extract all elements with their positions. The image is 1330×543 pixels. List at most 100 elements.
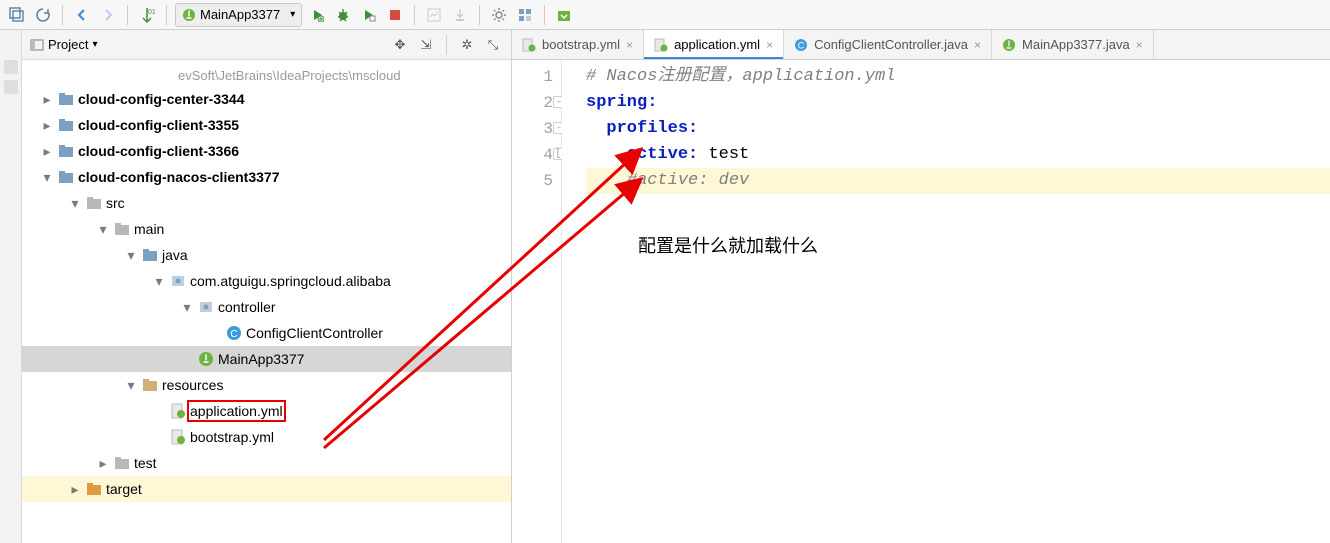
chevron-down-icon: ▾ (290, 9, 295, 20)
project-structure-icon[interactable] (514, 4, 536, 26)
class-file-icon: C (794, 38, 808, 52)
editor-tab[interactable]: MainApp3377.java × (992, 30, 1154, 59)
line-number: 5 (512, 168, 561, 194)
editor-tab[interactable]: bootstrap.yml × (512, 30, 644, 59)
line-number-gutter: 1 2– 3– 4⎣ 5 (512, 60, 562, 543)
tree-module[interactable]: ▾ cloud-config-nacos-client3377 (22, 164, 511, 190)
build-icon[interactable]: 01 (136, 4, 158, 26)
editor-tab[interactable]: application.yml × (644, 30, 784, 59)
annotation-text: 配置是什么就加载什么 (638, 232, 818, 258)
spring-boot-icon (182, 8, 196, 22)
hide-panel-icon[interactable]: ⤡ (483, 35, 503, 55)
tree-module[interactable]: ▸ cloud-config-client-3366 (22, 138, 511, 164)
tree-node-label: cloud-config-client-3366 (78, 143, 239, 159)
toolbar-separator (446, 35, 447, 55)
tree-folder[interactable]: ▾ src (22, 190, 511, 216)
code-line: profiles: (586, 116, 1330, 142)
spring-config-file-icon (522, 38, 536, 52)
stop-icon[interactable] (384, 4, 406, 26)
tool-window-stub-icon[interactable] (4, 80, 18, 94)
profiler-icon[interactable] (423, 4, 445, 26)
tree-file-bootstrap-yml[interactable]: bootstrap.yml (22, 424, 511, 450)
tree-module[interactable]: ▸ cloud-config-center-3344 (22, 86, 511, 112)
reload-icon[interactable] (32, 4, 54, 26)
chevron-down-icon: ▾ (96, 221, 110, 238)
tree-folder[interactable]: ▾ main (22, 216, 511, 242)
editor-area: bootstrap.yml × application.yml × C Conf… (512, 30, 1330, 543)
run-coverage-icon[interactable] (358, 4, 380, 26)
tree-module[interactable]: ▸ cloud-config-client-3355 (22, 112, 511, 138)
close-tab-icon[interactable]: × (766, 38, 773, 52)
project-header: Project ▾ ✥ ⇲ ✲ ⤡ (22, 30, 511, 60)
editor-tab-label: MainApp3377.java (1022, 37, 1130, 52)
tree-node-label: application.yml (190, 403, 283, 419)
gear-icon[interactable]: ✲ (457, 35, 477, 55)
project-view-icon (30, 38, 44, 52)
tree-node-label: target (106, 481, 142, 497)
close-tab-icon[interactable]: × (1136, 38, 1143, 52)
code-line: spring: (586, 90, 1330, 116)
save-all-icon[interactable] (6, 4, 28, 26)
editor-tab-label: ConfigClientController.java (814, 37, 968, 52)
debug-icon[interactable] (332, 4, 354, 26)
maven-reimport-icon[interactable] (553, 4, 575, 26)
close-tab-icon[interactable]: × (626, 38, 633, 52)
close-tab-icon[interactable]: × (974, 38, 981, 52)
tree-node-label: src (106, 195, 125, 211)
tree-node-label: resources (162, 377, 223, 393)
main-toolbar: 01 MainApp3377 ▾ (0, 0, 1330, 30)
settings-icon[interactable] (488, 4, 510, 26)
project-header-title: Project (48, 37, 88, 52)
toolbar-separator (127, 5, 128, 25)
chevron-down-icon: ▾ (124, 247, 138, 264)
run-icon[interactable] (306, 4, 328, 26)
tool-window-stub-icon[interactable] (4, 60, 18, 74)
tree-folder-resources[interactable]: ▾ resources (22, 372, 511, 398)
tree-folder-target[interactable]: ▸ target (22, 476, 511, 502)
project-tool-window: Project ▾ ✥ ⇲ ✲ ⤡ evSoft\JetBrains\IdeaP… (22, 30, 512, 543)
chevron-right-icon: ▸ (68, 481, 82, 498)
chevron-down-icon: ▾ (40, 169, 54, 186)
tree-file-application-yml[interactable]: application.yml (22, 398, 511, 424)
spring-boot-class-icon (1002, 38, 1016, 52)
tree-node-label: java (162, 247, 188, 263)
chevron-down-icon: ▾ (180, 299, 194, 316)
tree-class[interactable]: C ConfigClientController (22, 320, 511, 346)
tree-node-label: MainApp3377 (218, 351, 304, 367)
run-config-dropdown[interactable]: MainApp3377 ▾ (175, 3, 302, 27)
run-config-label: MainApp3377 (200, 7, 280, 22)
project-view-selector[interactable]: Project ▾ (30, 37, 98, 52)
chevron-right-icon: ▸ (40, 117, 54, 134)
expand-all-icon[interactable]: ⇲ (416, 35, 436, 55)
chevron-down-icon: ▾ (152, 273, 166, 290)
chevron-down-icon: ▾ (68, 195, 82, 212)
toolbar-separator (414, 5, 415, 25)
svg-text:01: 01 (148, 9, 155, 16)
nav-back-icon[interactable] (71, 4, 93, 26)
tree-class[interactable]: MainApp3377 (22, 346, 511, 372)
folder-icon (86, 195, 102, 211)
source-folder-icon (142, 247, 158, 263)
spring-boot-class-icon (198, 351, 214, 367)
code-comment: #active: dev (627, 171, 749, 190)
code-area[interactable]: # Nacos注册配置，application.yml spring: prof… (562, 60, 1330, 543)
tree-node-label: ConfigClientController (246, 325, 383, 341)
nav-forward-icon[interactable] (97, 4, 119, 26)
project-tree[interactable]: evSoft\JetBrains\IdeaProjects\mscloud ▸ … (22, 60, 511, 543)
code-line: active: test (586, 142, 1330, 168)
tree-package[interactable]: ▾ controller (22, 294, 511, 320)
tree-root-path: evSoft\JetBrains\IdeaProjects\mscloud (22, 64, 511, 86)
tree-folder[interactable]: ▸ test (22, 450, 511, 476)
toolbar-separator (479, 5, 480, 25)
attach-icon[interactable] (449, 4, 471, 26)
target-folder-icon (86, 481, 102, 497)
tree-folder-source[interactable]: ▾ java (22, 242, 511, 268)
tree-package[interactable]: ▾ com.atguigu.springcloud.alibaba (22, 268, 511, 294)
editor-tabs: bootstrap.yml × application.yml × C Conf… (512, 30, 1330, 60)
tree-node-label: cloud-config-nacos-client3377 (78, 169, 279, 185)
editor-body[interactable]: 1 2– 3– 4⎣ 5 # Nacos注册配置，application.yml… (512, 60, 1330, 543)
locate-icon[interactable]: ✥ (390, 35, 410, 55)
editor-tab[interactable]: C ConfigClientController.java × (784, 30, 992, 59)
tree-node-label: com.atguigu.springcloud.alibaba (190, 273, 391, 289)
chevron-right-icon: ▸ (40, 91, 54, 108)
